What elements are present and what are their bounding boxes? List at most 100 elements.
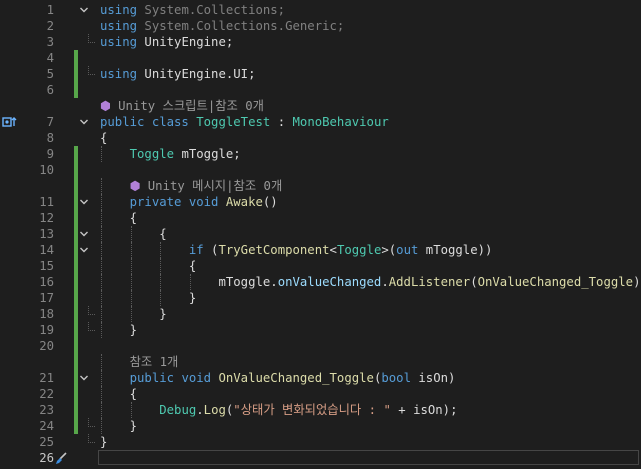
line-number: 1 <box>46 3 54 17</box>
code-line[interactable]: 24 } <box>0 418 641 434</box>
code-text: { <box>100 258 196 274</box>
code-line[interactable]: 3 using UnityEngine; <box>0 34 641 50</box>
code-token: UnityEngine; <box>144 35 234 49</box>
code-token: Awake <box>225 195 263 209</box>
code-token: () <box>262 195 278 209</box>
code-line[interactable]: 22 { <box>0 386 641 402</box>
code-text: if (TryGetComponent<Toggle>(out mToggle)… <box>100 242 493 258</box>
code-line[interactable]: 6 <box>0 82 641 98</box>
line-number: 26 <box>39 451 54 465</box>
codelens-line[interactable]: ⬢ Unity 스크립트|참조 0개 <box>0 98 641 114</box>
line-number: 7 <box>46 115 54 129</box>
code-token: AddListener <box>388 275 471 289</box>
code-line[interactable]: 8{ <box>0 130 641 146</box>
code-token: } <box>100 323 138 337</box>
code-token: Unity 메시지|참조 0개 <box>147 179 283 193</box>
line-number: 14 <box>39 243 54 257</box>
saved-change-indicator <box>74 226 78 242</box>
code-line[interactable]: 10 <box>0 162 641 178</box>
fold-chevron-icon[interactable] <box>79 229 89 239</box>
line-number: 21 <box>39 371 54 385</box>
code-text: Debug.Log("상태가 변화되었습니다 : " + isOn); <box>100 402 458 418</box>
code-line[interactable]: 25} <box>0 434 641 450</box>
code-token: . <box>381 275 389 289</box>
code-text: { <box>100 386 137 402</box>
code-line[interactable]: 21 public void OnValueChanged_Toggle(boo… <box>0 370 641 386</box>
code-line[interactable]: 11 private void Awake() <box>0 194 641 210</box>
saved-change-indicator <box>74 274 78 290</box>
line-number: 3 <box>46 35 54 49</box>
code-line[interactable]: 19 } <box>0 322 641 338</box>
code-token: { <box>100 259 197 273</box>
code-line[interactable]: 5 using UnityEngine.UI; <box>0 66 641 82</box>
codelens-text[interactable]: ⬢ Unity 메시지|참조 0개 <box>100 178 283 194</box>
line-number: 11 <box>39 195 54 209</box>
codelens-text[interactable]: ⬢ Unity 스크립트|참조 0개 <box>100 98 264 114</box>
code-token: 참조 1개 <box>100 355 179 369</box>
line-number: 22 <box>39 387 54 401</box>
line-number: 8 <box>46 131 54 145</box>
code-line[interactable]: 16 mToggle.onValueChanged.AddListener(On… <box>0 274 641 290</box>
line-number: 19 <box>39 323 54 337</box>
codelens-line[interactable]: 참조 1개 <box>0 354 641 370</box>
fold-end-marker <box>88 306 95 315</box>
code-text: using System.Collections.Generic; <box>100 18 344 34</box>
line-number: 10 <box>39 163 54 177</box>
code-line[interactable]: 26 <box>0 450 641 466</box>
code-token: ToggleTest <box>196 115 271 129</box>
code-line[interactable]: 9 Toggle mToggle; <box>0 146 641 162</box>
fold-chevron-icon[interactable] <box>79 245 89 255</box>
fold-chevron-icon[interactable] <box>79 373 89 383</box>
line-number: 13 <box>39 227 54 241</box>
codelens-line[interactable]: ⬢ Unity 메시지|참조 0개 <box>0 178 641 194</box>
code-token: { <box>100 211 138 225</box>
fold-end-marker <box>88 66 95 75</box>
fold-chevron-icon[interactable] <box>79 117 89 127</box>
line-number: 18 <box>39 307 54 321</box>
code-line[interactable]: 12 { <box>0 210 641 226</box>
code-token: private void <box>129 195 226 209</box>
code-token: OnValueChanged_Toggle <box>477 275 634 289</box>
class-navigation-icon[interactable] <box>2 116 20 128</box>
code-line[interactable]: 4 <box>0 50 641 66</box>
code-line[interactable]: 13 { <box>0 226 641 242</box>
code-token: ); <box>633 275 641 289</box>
code-token: + isOn); <box>390 403 458 417</box>
saved-change-indicator <box>74 50 78 66</box>
code-line[interactable]: 18 } <box>0 306 641 322</box>
line-number: 23 <box>39 403 54 417</box>
code-line[interactable]: 23 Debug.Log("상태가 변화되었습니다 : " + isOn); <box>0 402 641 418</box>
code-token: bool <box>381 371 411 385</box>
code-token: } <box>100 307 167 321</box>
code-token: < <box>329 243 337 257</box>
line-number: 12 <box>39 211 54 225</box>
code-token: Toggle <box>336 243 382 257</box>
code-token: } <box>100 419 138 433</box>
code-line[interactable]: 14 if (TryGetComponent<Toggle>(out mTogg… <box>0 242 641 258</box>
code-line[interactable]: 17 } <box>0 290 641 306</box>
code-line[interactable]: 1 using System.Collections; <box>0 2 641 18</box>
saved-change-indicator <box>74 338 78 354</box>
saved-change-indicator <box>74 402 78 418</box>
line-number: 5 <box>46 67 54 81</box>
saved-change-indicator <box>74 258 78 274</box>
saved-change-indicator <box>74 386 78 402</box>
unity-cube-icon: ⬢ <box>100 99 119 113</box>
saved-change-indicator <box>74 178 78 194</box>
codelens-text[interactable]: 참조 1개 <box>100 354 179 370</box>
code-line[interactable]: 20 <box>0 338 641 354</box>
fold-chevron-icon[interactable] <box>79 197 89 207</box>
fold-chevron-icon[interactable] <box>79 5 89 15</box>
code-line[interactable]: 2 using System.Collections.Generic; <box>0 18 641 34</box>
unity-cube-icon: ⬢ <box>129 179 148 193</box>
code-token: Unity 스크립트|참조 0개 <box>118 99 264 113</box>
code-line[interactable]: 15 { <box>0 258 641 274</box>
code-token: using <box>100 19 145 33</box>
code-line[interactable]: 7 public class ToggleTest : MonoBehaviour <box>0 114 641 130</box>
saved-change-indicator <box>74 210 78 226</box>
code-token: onValueChanged <box>277 275 382 289</box>
code-token: out <box>396 243 419 257</box>
code-editor[interactable]: 1 using System.Collections; 2 using System.… <box>0 0 641 466</box>
